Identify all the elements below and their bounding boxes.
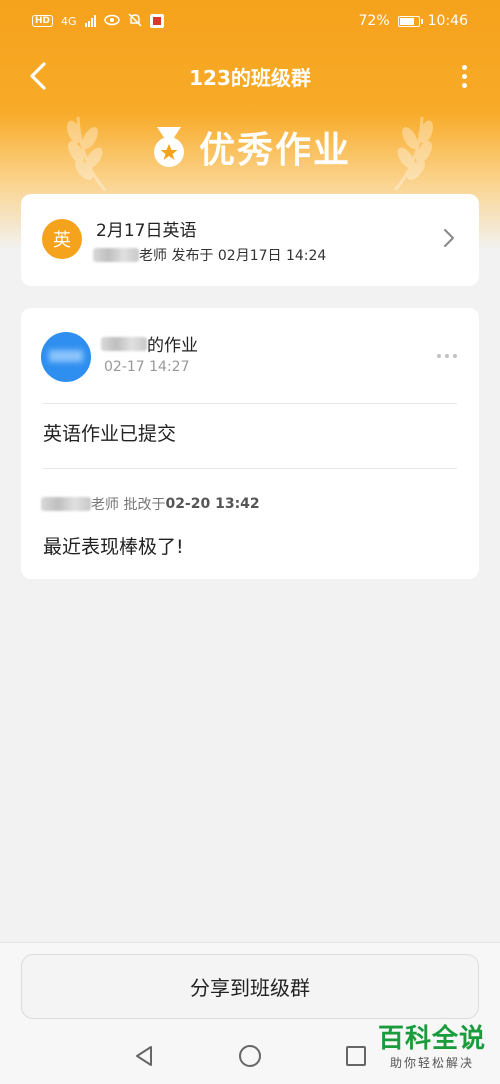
post-more-button[interactable]: [437, 354, 457, 358]
post-author: 的作业: [101, 331, 198, 356]
review-time: 02-20 13:42: [165, 496, 260, 512]
mute-bell-icon: [128, 13, 142, 30]
status-right: 72% 10:46: [359, 13, 468, 29]
square-recents-icon: [346, 1046, 366, 1066]
blurred-teacher-name: [93, 248, 139, 262]
signal-icon: [84, 15, 96, 27]
more-dot: [445, 354, 449, 358]
divider: [43, 403, 457, 404]
watermark-title: 百科全说: [377, 1024, 486, 1054]
battery-fill: [399, 17, 415, 25]
page-title: 123的班级群: [189, 65, 311, 90]
post-author-suffix: 的作业: [147, 336, 198, 356]
triangle-back-icon: [136, 1046, 152, 1066]
subject-avatar: 英: [42, 219, 82, 259]
status-bar: HD 4G 72% 10:46: [0, 0, 500, 42]
blurred-student-name: [101, 336, 147, 351]
wheat-left-icon: [67, 116, 107, 191]
status-left: HD 4G: [32, 13, 164, 30]
excellent-homework-banner: 优秀作业: [0, 112, 500, 191]
nav-bar: 123的班级群: [0, 48, 500, 104]
blurred-reviewer-name: [41, 497, 91, 511]
system-home-button[interactable]: [236, 1042, 264, 1070]
circle-home-icon: [239, 1045, 261, 1067]
review-comment: 最近表现棒极了!: [43, 536, 184, 558]
chevron-right-icon: [444, 229, 454, 247]
network-label: 4G: [61, 14, 77, 28]
battery-percent: 72%: [358, 13, 390, 29]
watermark-subtitle: 助你轻松解决: [389, 1056, 474, 1070]
homework-card[interactable]: 英 2月17日英语 老师 发布于 02月17日 14:24: [21, 194, 479, 286]
divider: [43, 468, 457, 469]
app-notification-icon: [149, 14, 164, 28]
more-dot: [461, 64, 467, 70]
medal-icon: [153, 127, 184, 167]
system-back-button[interactable]: [130, 1042, 158, 1070]
post-content: 英语作业已提交: [43, 423, 177, 445]
more-dot: [461, 82, 467, 88]
wheat-right-icon: [393, 116, 433, 191]
more-dot: [437, 354, 441, 358]
homework-title: 2月17日英语: [96, 221, 197, 241]
avatar: [41, 332, 91, 382]
share-to-class-button[interactable]: 分享到班级群: [21, 954, 479, 1019]
post-timestamp: 02-17 14:27: [104, 359, 190, 375]
back-button[interactable]: [20, 58, 56, 94]
more-dot: [453, 354, 457, 358]
more-options-button[interactable]: [454, 60, 474, 92]
bottom-action-area: 分享到班级群: [0, 942, 500, 1028]
banner-title: 优秀作业: [198, 130, 351, 171]
clock: 10:46: [427, 13, 468, 29]
review-label: 老师 批改于: [91, 497, 166, 513]
eye-icon: [103, 14, 120, 29]
review-meta: 老师 批改于 02-20 13:42: [41, 494, 260, 514]
more-dot: [461, 73, 467, 79]
battery-icon: [397, 15, 423, 27]
system-recents-button[interactable]: [342, 1042, 370, 1070]
hd-indicator: HD: [32, 15, 54, 27]
homework-meta: 老师 发布于 02月17日 14:24: [93, 245, 326, 265]
homework-post-card: 的作业 02-17 14:27 英语作业已提交 老师 批改于 02-20 13:…: [21, 308, 479, 579]
watermark: 百科全说 助你轻松解决: [378, 1024, 486, 1071]
back-arrow-icon: [30, 62, 46, 90]
homework-publish-info: 老师 发布于 02月17日 14:24: [139, 248, 327, 264]
